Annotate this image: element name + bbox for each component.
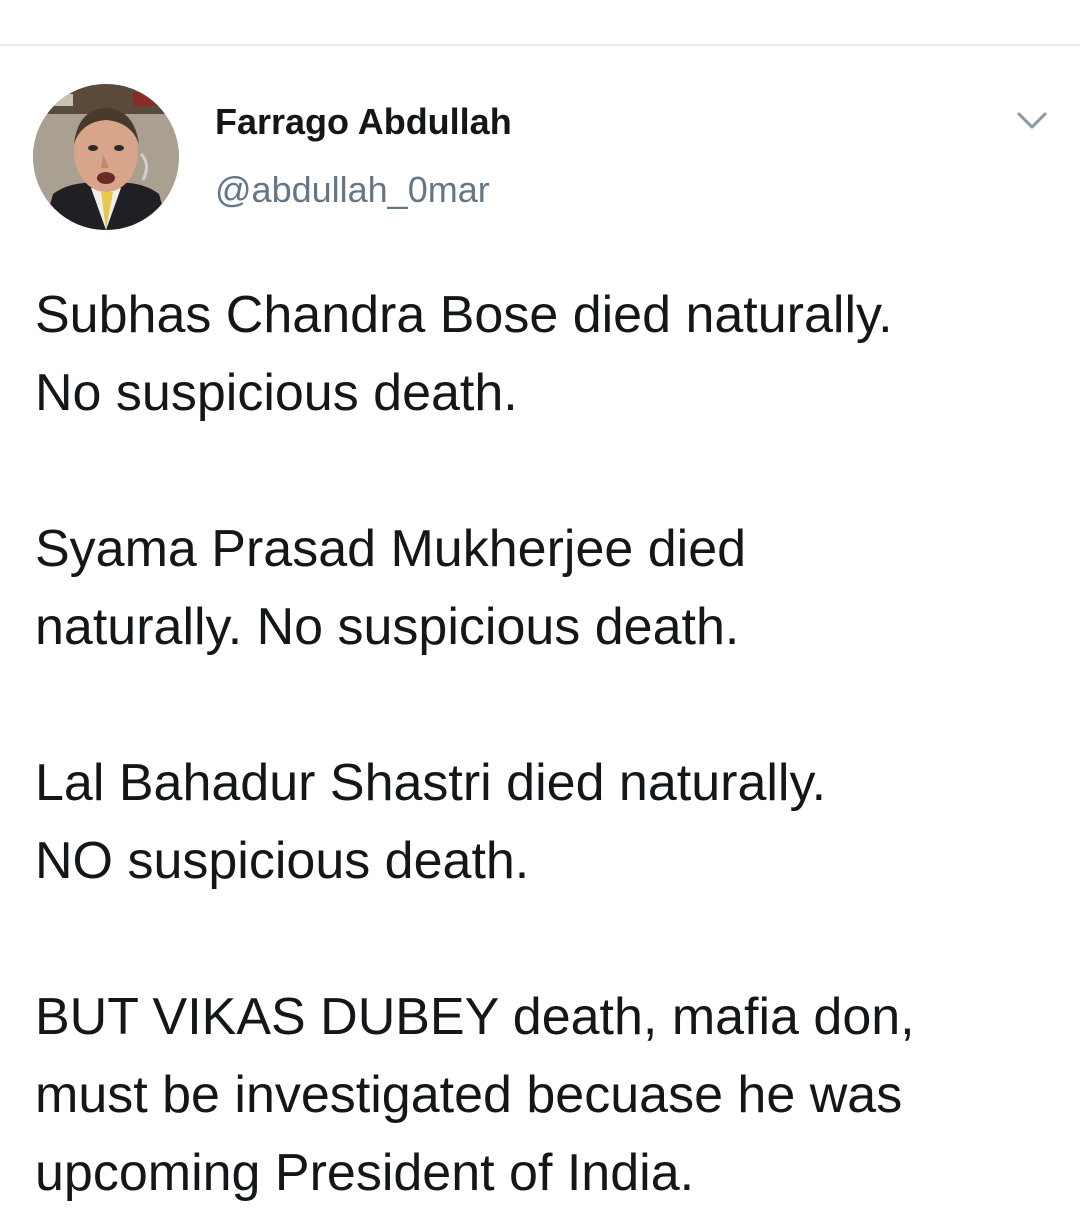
profile-photo-icon — [33, 84, 179, 230]
tweet-paragraph: Subhas Chandra Bose died naturally. No s… — [35, 286, 893, 422]
tweet-text: Subhas Chandra Bose died naturally. No s… — [35, 276, 1065, 1212]
tweet-menu-button[interactable] — [1012, 104, 1052, 138]
avatar[interactable] — [33, 84, 179, 230]
tweet-card[interactable]: Farrago Abdullah @abdullah_0mar Subhas C… — [0, 46, 1080, 1225]
tweet-paragraph: Syama Prasad Mukherjee died naturally. N… — [35, 520, 747, 656]
tweet-paragraph: BUT VIKAS DUBEY death, mafia don, must b… — [35, 988, 915, 1202]
tweet-paragraph: Lal Bahadur Shastri died naturally. NO s… — [35, 754, 827, 890]
tweet-header: Farrago Abdullah @abdullah_0mar — [0, 46, 1080, 246]
author-handle[interactable]: @abdullah_0mar — [215, 168, 490, 212]
author-display-name[interactable]: Farrago Abdullah — [215, 100, 512, 144]
chevron-down-icon — [1017, 112, 1047, 129]
